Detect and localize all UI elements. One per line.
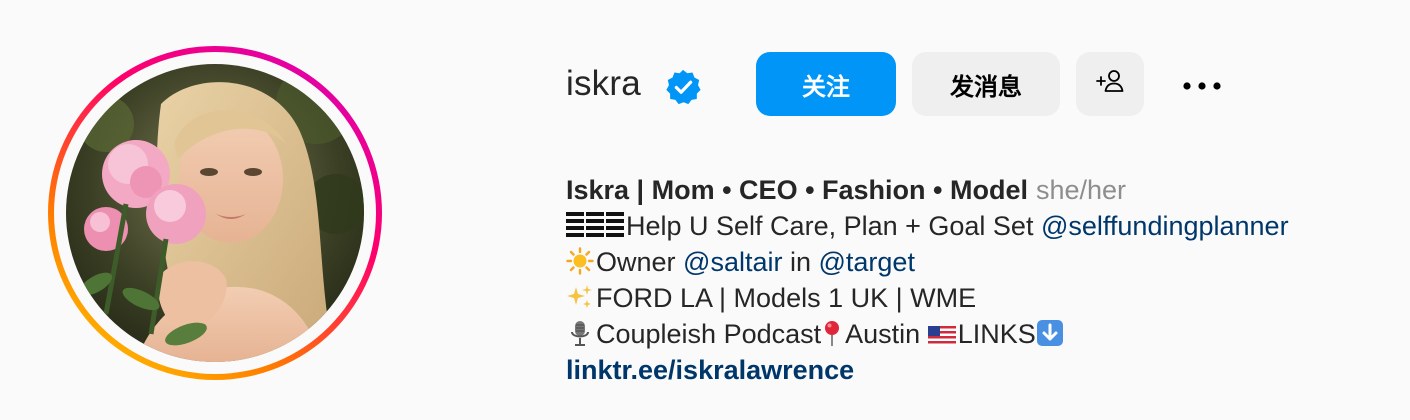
external-link[interactable]: linktr.ee/iskralawrence	[566, 355, 854, 385]
profile-bio: Iskra | Mom • CEO • Fashion • Model she/h…	[566, 172, 1396, 388]
sun-icon	[566, 247, 594, 284]
more-options-button[interactable]	[1168, 52, 1236, 116]
avatar[interactable]	[66, 64, 364, 362]
message-button[interactable]: 发消息	[912, 52, 1060, 116]
bio-line-planner: Help U Self Care, Plan + Goal Set @selff…	[566, 208, 1396, 244]
mention-selffundingplanner[interactable]: @selffundingplanner	[1041, 211, 1289, 241]
more-horizontal-icon	[1180, 70, 1224, 98]
down-arrow-icon	[1036, 319, 1064, 356]
profile-pronouns: she/her	[1035, 175, 1127, 205]
add-user-icon	[1092, 63, 1128, 105]
ledger-lines-icon	[566, 211, 624, 248]
bio-line-owner: Owner @saltair in @target	[566, 244, 1396, 280]
follow-button[interactable]: 关注	[756, 52, 896, 116]
bio-link-line: linktr.ee/iskralawrence	[566, 352, 1396, 388]
sparkles-icon	[566, 283, 594, 320]
bio-line-podcast: Coupleish Podcast Austin LINKS	[566, 316, 1396, 352]
suggest-users-button[interactable]	[1076, 52, 1144, 116]
profile-username: iskra	[566, 64, 641, 103]
us-flag-icon	[927, 320, 956, 356]
pushpin-icon	[821, 319, 843, 356]
profile-full-name: Iskra | Mom • CEO • Fashion • Model	[566, 175, 1028, 205]
story-ring[interactable]	[48, 46, 382, 380]
bio-name-line: Iskra | Mom • CEO • Fashion • Model she/h…	[566, 172, 1396, 208]
mention-target[interactable]: @target	[819, 247, 915, 277]
microphone-icon	[566, 319, 594, 356]
mention-saltair[interactable]: @saltair	[683, 247, 782, 277]
profile-header: iskra 关注 发消息 Iskra | Mom • CEO • Fashion…	[0, 0, 1410, 420]
bio-line-agencies: FORD LA | Models 1 UK | WME	[566, 280, 1396, 316]
verified-badge-icon	[664, 68, 702, 106]
